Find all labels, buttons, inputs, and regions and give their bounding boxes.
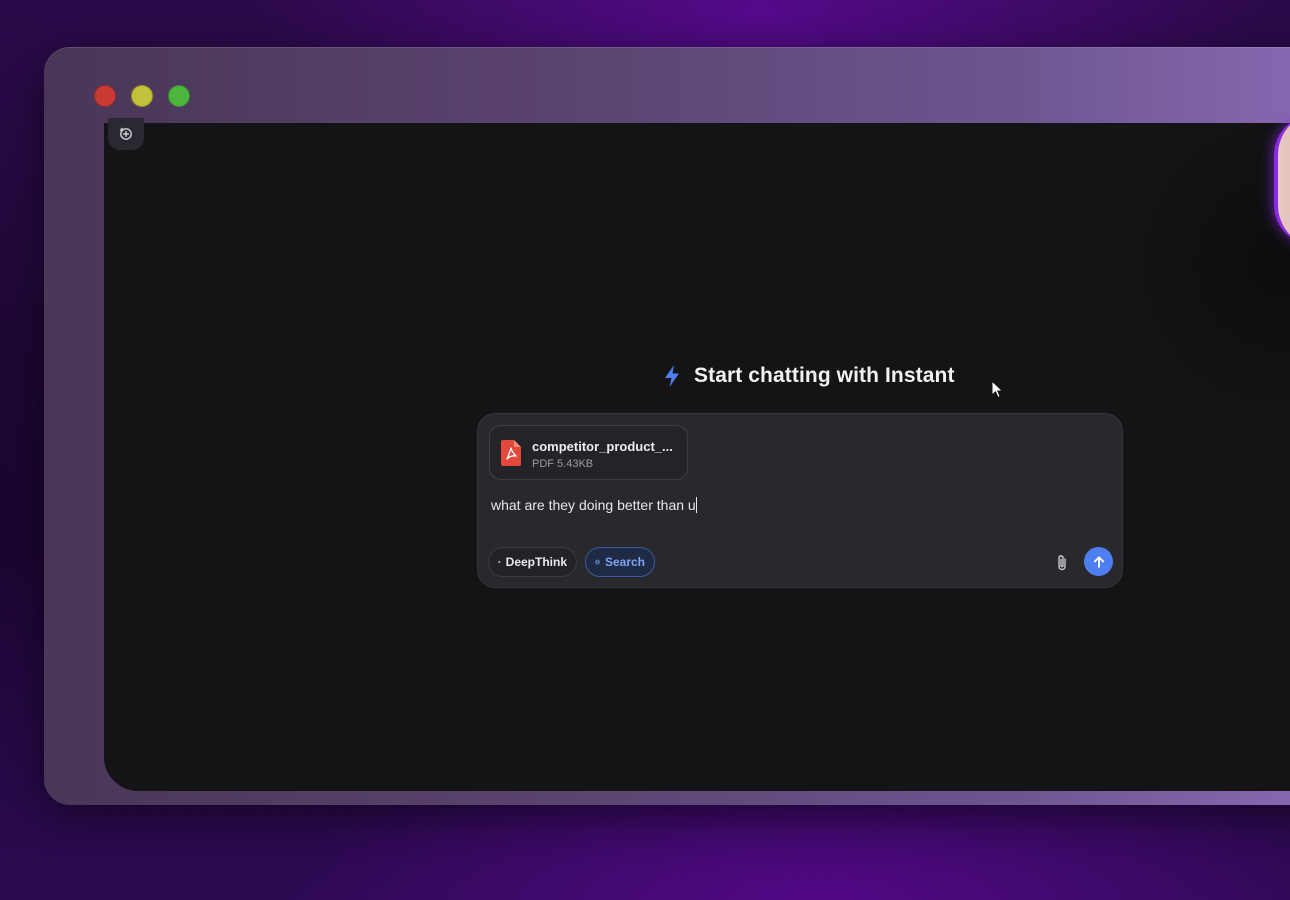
lightning-bolt-icon [665,365,679,387]
attachment-file-meta: PDF 5.43KB [532,458,594,470]
new-chat-button[interactable] [108,118,144,150]
send-button[interactable] [1084,547,1113,576]
globe-icon [595,559,600,565]
pdf-icon [501,440,521,466]
message-input[interactable]: what are they doing better than u [491,497,697,513]
mouse-cursor-icon [991,380,1004,399]
message-input-text: what are they doing better than u [491,497,696,513]
paperclip-icon[interactable] [1052,553,1072,573]
minimize-window-button[interactable] [131,85,153,107]
deepthink-icon [498,560,501,564]
search-toggle-button[interactable]: Search [585,547,655,577]
new-chat-icon [119,127,132,140]
arrow-up-icon [1093,555,1104,568]
message-composer: competitor_product_... PDF 5.43KB what a… [477,413,1123,588]
text-caret [695,497,697,513]
page-title: Start chatting with Instant [694,364,955,387]
close-window-button[interactable] [94,85,116,107]
deepthink-label: DeepThink [505,555,567,569]
background-shadow [1104,123,1290,443]
attachment-file-name: competitor_product_... [532,439,673,454]
attachment-card[interactable]: competitor_product_... PDF 5.43KB [489,425,688,480]
maximize-window-button[interactable] [168,85,190,107]
search-label: Search [604,555,645,569]
deepthink-button[interactable]: DeepThink [488,547,577,577]
empty-state-header: Start chatting with Instant [662,362,955,390]
